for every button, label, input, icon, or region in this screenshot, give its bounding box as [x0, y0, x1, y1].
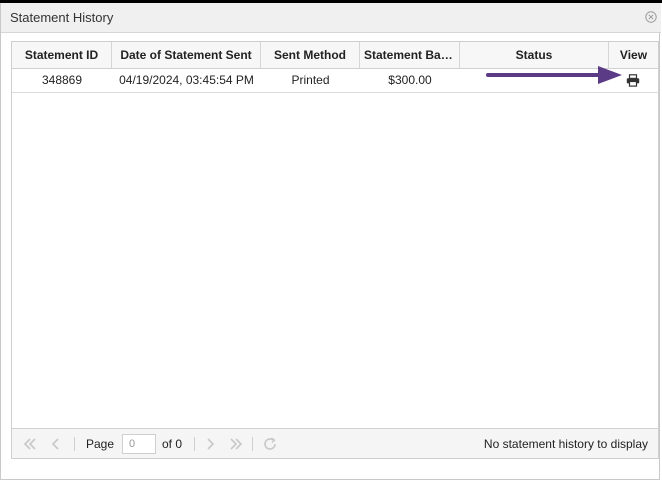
cell-date-sent: 04/19/2024, 03:45:54 PM	[119, 73, 254, 87]
previous-page-icon[interactable]	[48, 436, 64, 452]
column-header-statement-id[interactable]: Statement ID	[12, 42, 112, 68]
cell-statement-balance: $300.00	[388, 73, 432, 87]
grid-pager: Page of 0 No statement history to displa…	[12, 428, 658, 458]
pager-separator	[252, 437, 253, 451]
statement-history-grid: Statement ID Date of Statement Sent Sent…	[11, 41, 659, 459]
next-page-icon[interactable]	[202, 436, 218, 452]
dialog-title: Statement History	[10, 10, 114, 25]
pager-separator	[74, 437, 75, 451]
cell-statement-id: 348869	[41, 73, 83, 87]
page-label: Page	[86, 437, 115, 451]
last-page-icon[interactable]	[228, 436, 244, 452]
pager-separator	[194, 437, 195, 451]
print-icon[interactable]	[626, 74, 640, 87]
close-icon[interactable]	[645, 11, 657, 23]
column-header-statement-balance[interactable]: Statement Bal…	[360, 42, 460, 68]
first-page-icon[interactable]	[22, 436, 38, 452]
pager-status-text: No statement history to display	[483, 437, 648, 451]
column-header-date-sent[interactable]: Date of Statement Sent	[112, 42, 261, 68]
dialog-titlebar: Statement History	[1, 3, 661, 33]
column-header-sent-method[interactable]: Sent Method	[261, 42, 360, 68]
page-number-input[interactable]	[122, 434, 156, 454]
cell-sent-method: Printed	[291, 73, 330, 87]
refresh-icon[interactable]	[262, 436, 278, 452]
annotation-arrow	[486, 66, 622, 84]
page-count-label: of 0	[162, 437, 183, 451]
